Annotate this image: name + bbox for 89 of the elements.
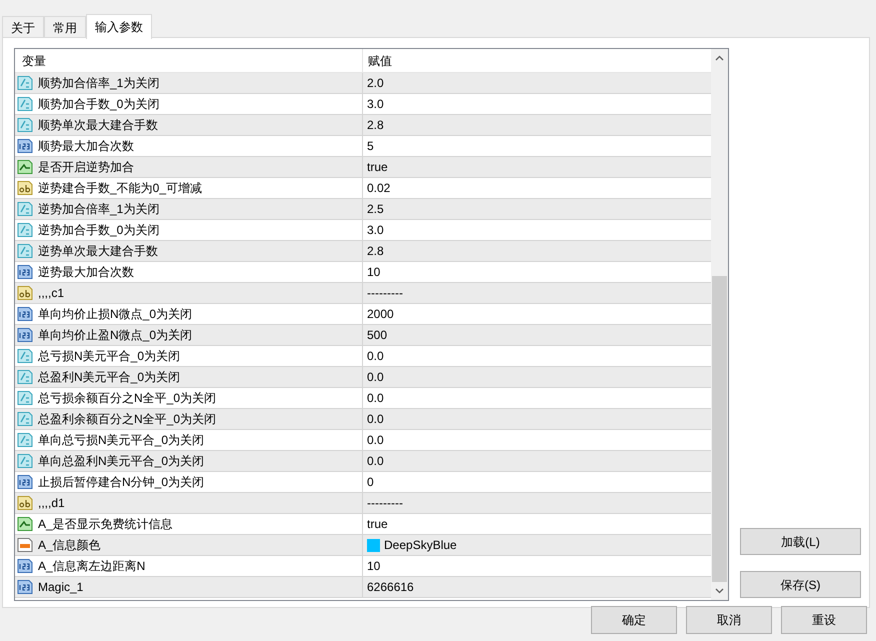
parameter-value: 0.0 <box>367 432 384 449</box>
parameter-value: 0.0 <box>367 369 384 386</box>
parameter-value: 10 <box>367 558 380 575</box>
side-button[interactable]: 加载(L) <box>740 528 861 555</box>
parameter-value: DeepSkyBlue <box>384 537 457 554</box>
parameter-value: 3.0 <box>367 222 384 239</box>
parameter-value: 0.0 <box>367 411 384 428</box>
parameter-name: A_信息离左边距离N <box>38 558 146 575</box>
parameter-name: A_是否显示免费统计信息 <box>38 516 173 533</box>
parameter-value: 500 <box>367 327 388 344</box>
parameter-name: 单向均价止损N微点_0为关闭 <box>38 306 192 323</box>
toggle-icon <box>17 516 33 532</box>
parameter-value: 0 <box>367 474 374 491</box>
number-icon <box>17 474 33 490</box>
fraction-icon <box>17 411 33 427</box>
parameter-value: true <box>367 516 388 533</box>
parameter-name: 顺势最大加合次数 <box>38 138 134 155</box>
fraction-icon <box>17 432 33 448</box>
parameter-name: 单向总亏损N美元平合_0为关闭 <box>38 432 204 449</box>
text-icon <box>17 495 33 511</box>
fraction-icon <box>17 96 33 112</box>
scroll-down-icon[interactable] <box>715 588 724 594</box>
parameter-value: 2.5 <box>367 201 384 218</box>
parameter-name: 逆势建合手数_不能为0_可增减 <box>38 180 202 197</box>
parameter-name: A_信息颜色 <box>38 537 101 554</box>
parameter-name: 是否开启逆势加合 <box>38 159 134 176</box>
parameter-value: 2.8 <box>367 117 384 134</box>
text-icon <box>17 285 33 301</box>
parameter-name: 单向总盈利N美元平合_0为关闭 <box>38 453 204 470</box>
parameter-value: 2.0 <box>367 75 384 92</box>
toggle-icon <box>17 159 33 175</box>
parameter-name: 总盈利N美元平合_0为关闭 <box>38 369 180 386</box>
parameter-name: 总亏损N美元平合_0为关闭 <box>38 348 180 365</box>
parameter-name: ,,,,d1 <box>38 495 65 512</box>
parameter-name: 顺势加合手数_0为关闭 <box>38 96 160 113</box>
parameter-value: 0.0 <box>367 390 384 407</box>
scroll-up-icon[interactable] <box>715 55 724 61</box>
parameter-name: 逆势单次最大建合手数 <box>38 243 158 260</box>
fraction-icon <box>17 390 33 406</box>
fraction-icon <box>17 243 33 259</box>
dialog-button[interactable]: 重设 <box>781 606 867 634</box>
parameter-value: 0.02 <box>367 180 390 197</box>
parameter-name: 总亏损余额百分之N全平_0为关闭 <box>38 390 216 407</box>
parameter-value: 0.0 <box>367 453 384 470</box>
parameter-value: 5 <box>367 138 374 155</box>
parameter-value: true <box>367 159 388 176</box>
tab[interactable]: 输入参数 <box>86 14 152 39</box>
number-icon <box>17 579 33 595</box>
palette-icon <box>17 537 33 553</box>
parameter-name: 顺势单次最大建合手数 <box>38 117 158 134</box>
side-button[interactable]: 保存(S) <box>740 571 861 598</box>
parameter-value: 10 <box>367 264 380 281</box>
parameter-value: 3.0 <box>367 96 384 113</box>
parameter-name: 总盈利余额百分之N全平_0为关闭 <box>38 411 216 428</box>
fraction-icon <box>17 75 33 91</box>
fraction-icon <box>17 348 33 364</box>
tab[interactable]: 关于 <box>2 16 44 38</box>
column-header[interactable]: 变量 <box>15 49 363 72</box>
column-header[interactable]: 赋值 <box>363 49 711 72</box>
parameter-name: 逆势加合手数_0为关闭 <box>38 222 160 239</box>
number-icon <box>17 327 33 343</box>
dialog-button[interactable]: 取消 <box>686 606 772 634</box>
parameter-value: 0.0 <box>367 348 384 365</box>
number-icon <box>17 264 33 280</box>
number-icon <box>17 558 33 574</box>
parameter-name: 逆势最大加合次数 <box>38 264 134 281</box>
parameter-value: 6266616 <box>367 579 414 596</box>
parameter-value: --------- <box>367 285 403 302</box>
text-icon <box>17 180 33 196</box>
scroll-thumb[interactable] <box>712 276 727 582</box>
tab[interactable]: 常用 <box>44 16 86 38</box>
fraction-icon <box>17 369 33 385</box>
parameter-name: 单向均价止盈N微点_0为关闭 <box>38 327 192 344</box>
parameter-name: 止损后暂停建合N分钟_0为关闭 <box>38 474 204 491</box>
number-icon <box>17 138 33 154</box>
scrollbar[interactable] <box>711 49 728 600</box>
parameter-value: --------- <box>367 495 403 512</box>
parameter-name: ,,,,c1 <box>38 285 64 302</box>
fraction-icon <box>17 117 33 133</box>
parameter-name: 顺势加合倍率_1为关闭 <box>38 75 160 92</box>
number-icon <box>17 306 33 322</box>
parameter-value: 2.8 <box>367 243 384 260</box>
fraction-icon <box>17 222 33 238</box>
parameter-name: 逆势加合倍率_1为关闭 <box>38 201 160 218</box>
fraction-icon <box>17 453 33 469</box>
dialog-button[interactable]: 确定 <box>591 606 677 634</box>
parameter-value: 2000 <box>367 306 394 323</box>
fraction-icon <box>17 201 33 217</box>
parameter-name: Magic_1 <box>38 579 84 596</box>
